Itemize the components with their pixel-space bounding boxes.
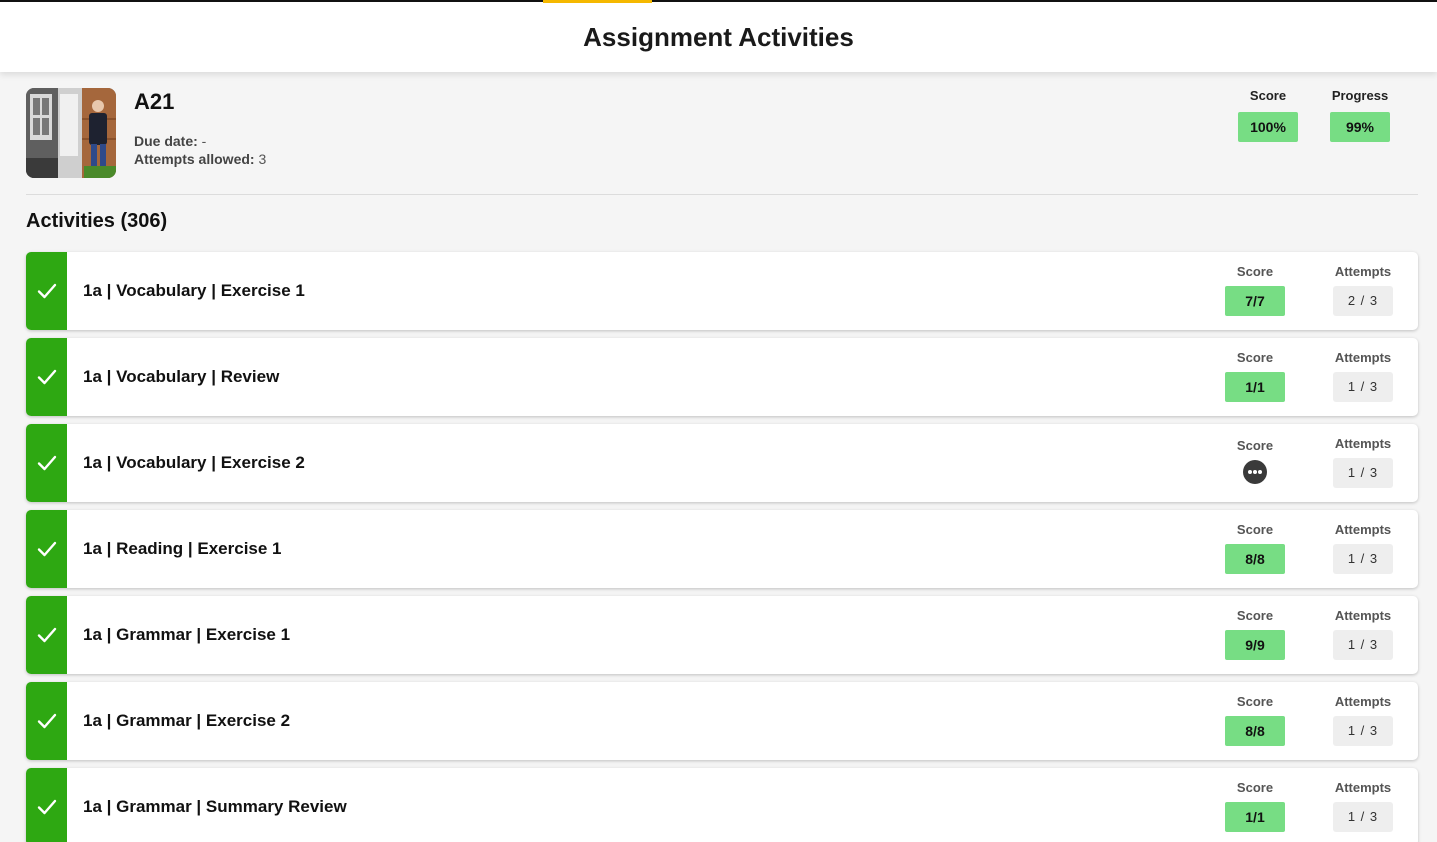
activity-score: Score [1225,438,1285,484]
activity-score: Score 8/8 [1225,694,1285,746]
check-icon [26,252,67,330]
check-icon [26,768,67,842]
activity-name[interactable]: 1a | Reading | Exercise 1 [83,539,282,559]
score-label: Score [1236,438,1274,453]
attempts-badge: 1 / 3 [1333,716,1393,746]
check-icon [26,424,67,502]
activity-row[interactable]: 1a | Grammar | Summary Review Score 1/1 … [26,768,1418,842]
top-header: Assignment Activities [0,0,1437,72]
activity-row[interactable]: 1a | Grammar | Exercise 1 Score 9/9 Atte… [26,596,1418,674]
activity-row[interactable]: 1a | Vocabulary | Exercise 2 Score Attem… [26,424,1418,502]
activity-row[interactable]: 1a | Reading | Exercise 1 Score 8/8 Atte… [26,510,1418,588]
assignment-progress: Progress 99% [1330,88,1390,142]
attempts-label: Attempts [1334,780,1392,795]
assignment-name: A21 [134,89,175,114]
due-date-label: Due date: [134,133,198,149]
attempts-label: Attempts [1334,350,1392,365]
page-title: Assignment Activities [583,22,854,52]
activity-attempts: Attempts 1 / 3 [1333,350,1393,402]
attempts-badge: 1 / 3 [1333,372,1393,402]
activity-name[interactable]: 1a | Grammar | Exercise 1 [83,625,290,645]
check-icon [26,338,67,416]
due-date-value: - [197,133,207,149]
assignment-score-label: Score [1249,88,1287,103]
check-icon [26,596,67,674]
activity-score: Score 8/8 [1225,522,1285,574]
score-label: Score [1236,780,1274,795]
activity-name[interactable]: 1a | Grammar | Exercise 2 [83,711,290,731]
score-label: Score [1236,694,1274,709]
score-label: Score [1236,522,1274,537]
activity-name[interactable]: 1a | Vocabulary | Exercise 2 [83,453,305,473]
score-label: Score [1236,350,1274,365]
score-badge: 9/9 [1225,630,1285,660]
more-horizontal-icon[interactable] [1243,460,1267,484]
activity-attempts: Attempts 1 / 3 [1333,608,1393,660]
activity-score: Score 1/1 [1225,350,1285,402]
activity-score: Score 7/7 [1225,264,1285,316]
activity-attempts: Attempts 1 / 3 [1333,780,1393,832]
score-label: Score [1236,608,1274,623]
score-badge: 8/8 [1225,716,1285,746]
activity-score: Score 1/1 [1225,780,1285,832]
check-icon [26,682,67,760]
activity-attempts: Attempts 1 / 3 [1333,522,1393,574]
activity-name[interactable]: 1a | Grammar | Summary Review [83,797,347,817]
activity-name[interactable]: 1a | Vocabulary | Exercise 1 [83,281,305,301]
due-date: Due date: - [134,133,206,149]
attempts-label: Attempts [1334,694,1392,709]
activity-score: Score 9/9 [1225,608,1285,660]
assignment-score-badge: 100% [1238,112,1298,142]
activity-name[interactable]: 1a | Vocabulary | Review [83,367,279,387]
activity-list: 1a | Vocabulary | Exercise 1 Score 7/7 A… [26,252,1418,842]
attempts-badge: 1 / 3 [1333,802,1393,832]
attempts-badge: 1 / 3 [1333,544,1393,574]
attempts-allowed: Attempts allowed: 3 [134,151,266,167]
assignment-progress-label: Progress [1331,88,1389,103]
check-icon [26,510,67,588]
activity-row[interactable]: 1a | Vocabulary | Exercise 1 Score 7/7 A… [26,252,1418,330]
activities-heading: Activities (306) [26,210,168,232]
divider [26,194,1418,195]
attempts-label: Attempts [1334,608,1392,623]
score-badge: 1/1 [1225,802,1285,832]
assignment-progress-badge: 99% [1330,112,1390,142]
score-badge: 7/7 [1225,286,1285,316]
attempts-badge: 2 / 3 [1333,286,1393,316]
header-accent-bar [543,0,652,3]
activity-attempts: Attempts 2 / 3 [1333,264,1393,316]
activity-attempts: Attempts 1 / 3 [1333,694,1393,746]
attempts-badge: 1 / 3 [1333,458,1393,488]
attempts-label: Attempts [1334,436,1392,451]
assignment-thumbnail [26,88,116,178]
activity-attempts: Attempts 1 / 3 [1333,436,1393,488]
score-label: Score [1236,264,1274,279]
assignment-header: A21 Due date: - Attempts allowed: 3 Scor… [26,88,1418,180]
score-badge: 8/8 [1225,544,1285,574]
attempts-label: Attempts [1334,522,1392,537]
score-badge: 1/1 [1225,372,1285,402]
attempts-allowed-value: 3 [254,151,267,167]
attempts-label: Attempts [1334,264,1392,279]
assignment-score: Score 100% [1238,88,1298,142]
attempts-badge: 1 / 3 [1333,630,1393,660]
activity-row[interactable]: 1a | Vocabulary | Review Score 1/1 Attem… [26,338,1418,416]
attempts-allowed-label: Attempts allowed: [134,151,255,167]
activity-row[interactable]: 1a | Grammar | Exercise 2 Score 8/8 Atte… [26,682,1418,760]
